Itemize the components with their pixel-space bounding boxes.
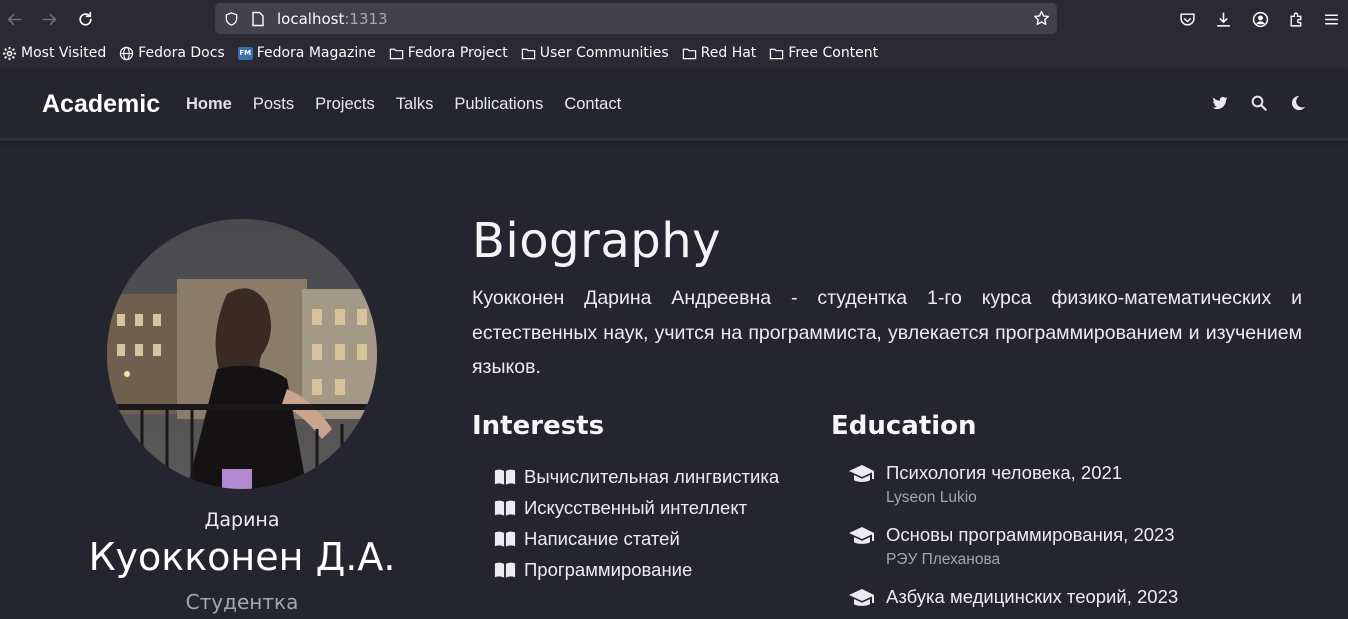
list-item: Искусственный интеллект bbox=[494, 492, 779, 523]
account-button[interactable] bbox=[1248, 7, 1272, 31]
biography-title: Biography bbox=[472, 213, 722, 269]
bookmark-fedora-project[interactable]: Fedora Project bbox=[389, 45, 508, 61]
book-icon bbox=[494, 500, 516, 516]
list-item: Вычислительная лингвистика bbox=[494, 461, 779, 492]
education-institution: РЭУ Плеханова bbox=[886, 551, 1001, 568]
profile-first-name: Дарина bbox=[204, 509, 280, 531]
bookmark-label: User Communities bbox=[539, 45, 669, 61]
bookmark-fedora-docs[interactable]: Fedora Docs bbox=[119, 45, 225, 61]
extensions-button[interactable] bbox=[1284, 7, 1308, 31]
bookmark-label: Red Hat bbox=[700, 45, 757, 61]
bookmark-label: Fedora Docs bbox=[138, 45, 225, 61]
list-item: Программирование bbox=[494, 554, 779, 585]
interest-label: Программирование bbox=[524, 558, 693, 580]
bookmark-most-visited[interactable]: Most Visited bbox=[2, 45, 106, 61]
list-item: Психология человека, 2021 Lyseon Lukio bbox=[848, 461, 1178, 523]
bookmark-label: Free Content bbox=[788, 45, 879, 61]
education-course: Азбука медицинских теорий, 2023 bbox=[886, 586, 1179, 607]
theme-toggle[interactable] bbox=[1288, 93, 1308, 113]
education-course: Психология человека, 2021 bbox=[886, 462, 1123, 483]
reload-button[interactable] bbox=[73, 7, 97, 31]
twitter-link[interactable] bbox=[1210, 93, 1230, 113]
education-list: Психология человека, 2021 Lyseon Lukio О… bbox=[848, 461, 1178, 619]
nav-publications[interactable]: Publications bbox=[454, 95, 543, 114]
graduation-cap-icon bbox=[849, 589, 874, 606]
nav-posts[interactable]: Posts bbox=[253, 95, 294, 114]
back-button[interactable] bbox=[2, 7, 26, 31]
list-item: Азбука медицинских теорий, 2023 bbox=[848, 585, 1178, 619]
moon-icon bbox=[1291, 95, 1306, 111]
site-navbar: Academic Home Posts Projects Talks Publi… bbox=[0, 69, 1348, 141]
search-icon bbox=[1251, 95, 1267, 111]
education-institution: Lyseon Lukio bbox=[886, 489, 977, 506]
nav-icons bbox=[1191, 93, 1308, 113]
list-item: Написание статей bbox=[494, 523, 779, 554]
globe-icon bbox=[120, 46, 134, 60]
bookmark-free-content[interactable]: Free Content bbox=[769, 45, 878, 61]
book-icon bbox=[494, 469, 516, 485]
browser-toolbar: localhost:1313 bbox=[0, 0, 1348, 37]
search-button[interactable] bbox=[1249, 93, 1269, 113]
bookmark-red-hat[interactable]: Red Hat bbox=[682, 45, 757, 61]
bookmark-label: Most Visited bbox=[21, 45, 107, 61]
interests-title: Interests bbox=[472, 411, 605, 441]
forward-arrow-icon bbox=[41, 13, 56, 25]
education-title: Education bbox=[831, 411, 977, 441]
puzzle-icon bbox=[1289, 12, 1301, 27]
site-brand[interactable]: Academic bbox=[42, 90, 160, 119]
download-icon bbox=[1216, 12, 1230, 27]
url-text[interactable]: localhost:1313 bbox=[277, 10, 388, 28]
hamburger-menu-icon bbox=[1324, 13, 1338, 25]
avatar bbox=[107, 219, 377, 489]
education-course: Основы программирования, 2023 bbox=[886, 524, 1175, 545]
nav-contact[interactable]: Contact bbox=[564, 95, 621, 114]
back-arrow-icon bbox=[7, 13, 22, 25]
url-bar[interactable]: localhost:1313 bbox=[215, 3, 1057, 34]
pocket-icon bbox=[1179, 12, 1195, 26]
bookmark-star-icon[interactable] bbox=[1033, 10, 1050, 27]
downloads-button[interactable] bbox=[1211, 7, 1235, 31]
reload-icon bbox=[78, 11, 92, 26]
avatar-photo bbox=[107, 219, 377, 489]
fedora-magazine-icon: FM bbox=[237, 46, 253, 60]
gear-icon bbox=[2, 46, 17, 60]
folder-icon bbox=[682, 48, 696, 59]
book-icon bbox=[494, 562, 516, 578]
interest-label: Вычислительная лингвистика bbox=[524, 465, 780, 487]
main-content: Дарина Куокконен Д.А. Студентка Biograph… bbox=[0, 141, 1348, 619]
nav-talks[interactable]: Talks bbox=[396, 95, 434, 114]
book-icon bbox=[494, 531, 516, 547]
interests-list: Вычислительная лингвистика Искусственный… bbox=[494, 461, 779, 585]
biography-text: Куокконен Дарина Андреевна - студентка 1… bbox=[472, 287, 1302, 378]
profile-role: Студентка bbox=[185, 590, 299, 614]
bookmark-user-communities[interactable]: User Communities bbox=[521, 45, 669, 61]
graduation-cap-icon bbox=[849, 527, 874, 544]
bookmarks-bar: Most Visited Fedora Docs FM Fedora Magaz… bbox=[0, 37, 1348, 69]
bookmark-label: Fedora Magazine bbox=[256, 45, 376, 61]
nav-projects[interactable]: Projects bbox=[315, 95, 375, 114]
pocket-button[interactable] bbox=[1175, 7, 1199, 31]
folder-icon bbox=[770, 48, 784, 59]
list-item: Основы программирования, 2023 РЭУ Плехан… bbox=[848, 523, 1178, 585]
url-host: localhost bbox=[277, 10, 345, 28]
forward-button[interactable] bbox=[37, 7, 61, 31]
bookmark-label: Fedora Project bbox=[407, 45, 508, 61]
twitter-icon bbox=[1212, 96, 1228, 110]
url-port: :1313 bbox=[344, 10, 388, 28]
page-info-icon[interactable] bbox=[251, 11, 265, 27]
bookmark-fedora-magazine[interactable]: FM Fedora Magazine bbox=[237, 45, 376, 61]
folder-icon bbox=[521, 48, 535, 59]
profile-name: Куокконен Д.А. bbox=[88, 535, 396, 579]
shield-icon[interactable] bbox=[224, 11, 239, 27]
folder-icon bbox=[389, 48, 403, 59]
main-nav: Home Posts Projects Talks Publications C… bbox=[186, 95, 642, 114]
menu-button[interactable] bbox=[1319, 7, 1343, 31]
nav-home[interactable]: Home bbox=[186, 95, 232, 114]
interest-label: Написание статей bbox=[524, 527, 680, 549]
account-icon bbox=[1252, 11, 1268, 27]
interest-label: Искусственный интеллект bbox=[524, 496, 748, 518]
graduation-cap-icon bbox=[849, 465, 874, 482]
